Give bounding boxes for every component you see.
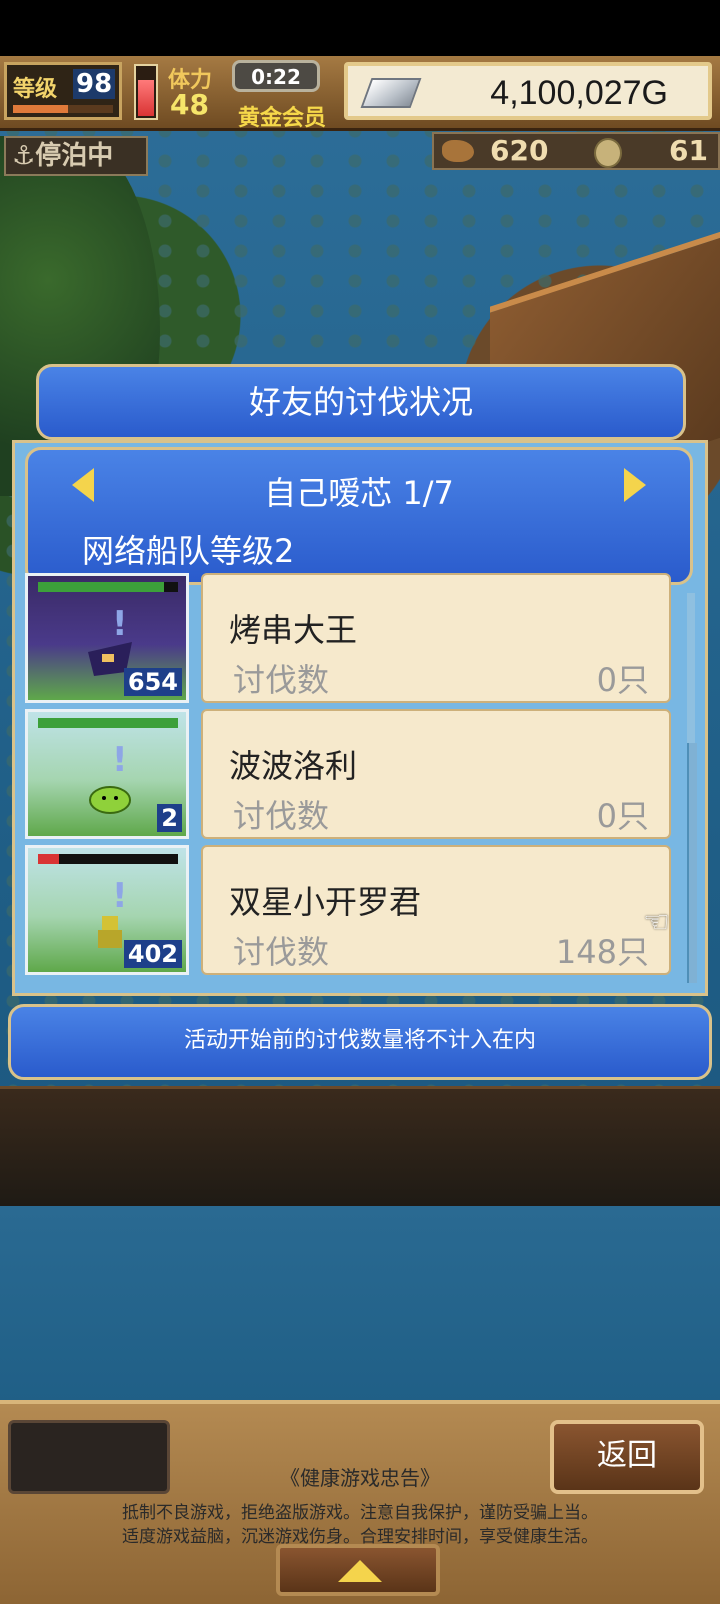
alert-icon: !: [112, 740, 128, 780]
health-advice-line-1: 抵制不良游戏，拒绝盗版游戏。注意自我保护，谨防受骗上当。: [122, 1503, 598, 1523]
level-value: 98: [73, 69, 116, 99]
dialog-title: 好友的讨伐状况: [36, 364, 686, 440]
entry-card: 双星小开罗君 讨伐数 148只: [201, 845, 671, 975]
level-box: 等级 98: [4, 62, 122, 120]
monster-count: 2: [157, 804, 182, 832]
next-arrow-icon[interactable]: [624, 468, 646, 502]
monster-thumbnail: ! 2: [25, 709, 189, 839]
bottom-panel: 返回 《健康游戏忠告》 抵制不良游戏，拒绝盗版游戏。注意自我保护，谨防受骗上当。…: [0, 1400, 720, 1604]
ore-count: 620: [490, 134, 549, 167]
ship-hull: [0, 1086, 720, 1209]
list-item[interactable]: ! 654 烤串大王 讨伐数 0只: [25, 573, 673, 705]
monster-thumbnail: ! 402: [25, 845, 189, 975]
level-progress-bar: [13, 105, 113, 113]
monster-thumbnail: ! 654: [25, 573, 189, 703]
list-item[interactable]: ! 2 波波洛利 讨伐数 0只: [25, 709, 673, 841]
alert-icon: !: [112, 876, 128, 916]
level-label: 等级: [13, 77, 58, 102]
money-box[interactable]: 4,100,027G: [344, 62, 712, 120]
level-progress-fill: [13, 105, 68, 113]
ore-icon: [442, 140, 474, 162]
entry-name: 双星小开罗君: [229, 883, 422, 921]
stamina-value: 48: [170, 88, 209, 121]
entry-name: 波波洛利: [229, 747, 358, 785]
list-item[interactable]: ! 402 双星小开罗君 讨伐数 148只: [25, 845, 673, 977]
medal-icon: [594, 138, 622, 168]
scroll-thumb[interactable]: [687, 743, 697, 983]
expand-button[interactable]: [276, 1544, 440, 1596]
money-value: 4,100,027G: [490, 74, 668, 112]
pointer-hand-icon: ☜: [643, 905, 670, 940]
fleet-level: 网络船队等级2: [82, 532, 295, 570]
slime-monster-icon: [89, 786, 131, 814]
player-name: 自己嗳芯 1/7: [264, 474, 454, 512]
player-header: 自己嗳芯 1/7 网络船队等级2: [25, 447, 693, 585]
entry-label: 讨伐数: [233, 933, 330, 971]
monster-count: 402: [123, 940, 182, 968]
member-status[interactable]: 黄金会员: [238, 100, 326, 132]
up-arrow-icon: [338, 1560, 382, 1582]
entry-card: 烤串大王 讨伐数 0只: [201, 573, 671, 703]
friend-hunt-panel: 自己嗳芯 1/7 网络船队等级2 ! 654 烤串大王 讨伐数 0只 ! 2 波…: [12, 440, 708, 996]
health-advice-title: 《健康游戏忠告》: [280, 1466, 440, 1490]
monster-hp-bar: [38, 854, 178, 864]
stamina-timer: 0:22: [232, 60, 320, 92]
top-hud: 等级 98 体力 48 0:22 黄金会员 4,100,027G: [0, 56, 720, 131]
monster-hp-bar: [38, 582, 178, 592]
monster-count: 654: [123, 668, 182, 696]
docked-badge: ⚓停泊中: [4, 136, 148, 176]
entry-value: 0只: [596, 661, 649, 699]
sea: [0, 1206, 720, 1400]
hp-gauge: [134, 64, 158, 120]
entry-label: 讨伐数: [233, 661, 330, 699]
list-scrollbar[interactable]: [687, 593, 697, 983]
entry-card: 波波洛利 讨伐数 0只: [201, 709, 671, 839]
entry-name: 烤串大王: [229, 611, 358, 649]
entry-value: 148只: [555, 933, 649, 971]
notice-bar: 活动开始前的讨伐数量将不计入在内: [8, 1004, 712, 1080]
monster-hp-bar: [38, 718, 178, 728]
hp-gauge-fill: [138, 79, 154, 116]
status-bar: [0, 0, 720, 56]
medal-count: 61: [669, 134, 708, 167]
alert-icon: !: [112, 604, 128, 644]
entry-label: 讨伐数: [233, 797, 330, 835]
resource-bar: 620 61: [432, 132, 720, 170]
entry-value: 0只: [596, 797, 649, 835]
silver-bar-icon: [360, 78, 422, 108]
